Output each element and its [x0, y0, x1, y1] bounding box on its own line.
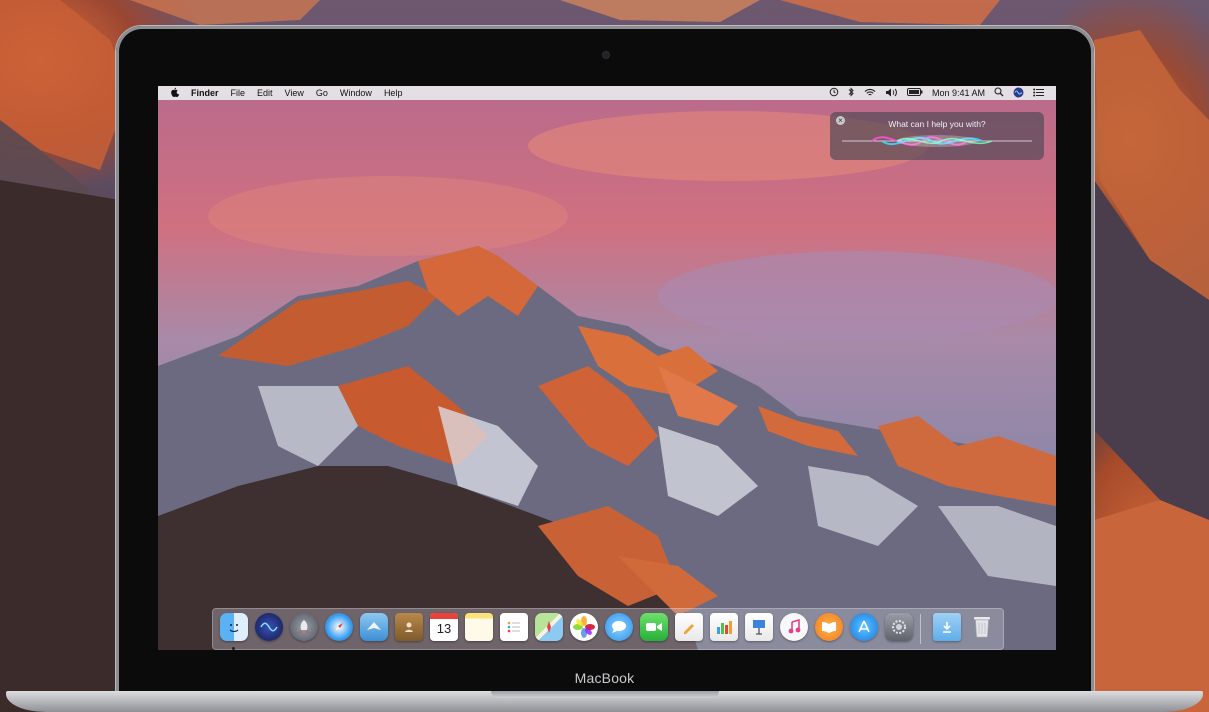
menu-view[interactable]: View	[285, 88, 304, 98]
desktop-screen: Finder File Edit View Go Window Help Mon…	[158, 86, 1056, 650]
menu-go[interactable]: Go	[316, 88, 328, 98]
calendar-icon: 13	[430, 613, 458, 641]
menu-bar: Finder File Edit View Go Window Help Mon…	[158, 86, 1056, 100]
menu-file[interactable]: File	[231, 88, 246, 98]
menu-window[interactable]: Window	[340, 88, 372, 98]
dock-item-trash[interactable]	[967, 612, 997, 642]
siri-menu-icon[interactable]	[1013, 87, 1024, 100]
calendar-day: 13	[436, 621, 452, 636]
dock-item-reminders[interactable]	[499, 612, 529, 642]
menu-app-name[interactable]: Finder	[191, 88, 219, 98]
siri-waveform	[842, 135, 1032, 147]
pages-icon	[675, 613, 703, 641]
maps-icon	[535, 613, 563, 641]
running-indicator	[232, 647, 235, 650]
dock-item-messages[interactable]	[604, 612, 634, 642]
mail-icon	[360, 613, 388, 641]
dock-item-finder[interactable]	[219, 612, 249, 650]
dock-item-siri[interactable]	[254, 612, 284, 642]
system-preferences-icon	[885, 613, 913, 641]
dock: 13	[212, 608, 1004, 650]
safari-icon	[325, 613, 353, 641]
dock-item-keynote[interactable]	[744, 612, 774, 642]
launchpad-icon	[290, 613, 318, 641]
menu-edit[interactable]: Edit	[257, 88, 273, 98]
dock-item-contacts[interactable]	[394, 612, 424, 642]
dock-item-photos[interactable]	[569, 612, 599, 642]
numbers-icon	[710, 613, 738, 641]
siri-panel: × What can I help you with?	[830, 112, 1044, 160]
dock-item-system-preferences[interactable]	[884, 612, 914, 642]
facetime-icon	[640, 613, 668, 641]
dock-item-safari[interactable]	[324, 612, 354, 642]
siri-prompt: What can I help you with?	[888, 119, 986, 129]
desktop-wallpaper	[158, 86, 1056, 650]
dock-item-ibooks[interactable]	[814, 612, 844, 642]
dock-item-itunes[interactable]	[779, 612, 809, 642]
dock-item-maps[interactable]	[534, 612, 564, 642]
downloads-folder-icon	[933, 613, 961, 641]
reminders-icon	[500, 613, 528, 641]
keynote-icon	[745, 613, 773, 641]
siri-icon	[255, 613, 283, 641]
dock-item-numbers[interactable]	[709, 612, 739, 642]
dock-divider	[920, 614, 921, 644]
trash-icon	[968, 613, 996, 641]
menu-help[interactable]: Help	[384, 88, 403, 98]
dock-item-pages[interactable]	[674, 612, 704, 642]
dock-item-mail[interactable]	[359, 612, 389, 642]
photos-icon	[570, 613, 598, 641]
bluetooth-icon[interactable]	[848, 87, 855, 99]
contacts-icon	[395, 613, 423, 641]
spotlight-icon[interactable]	[994, 87, 1004, 99]
laptop-notch	[491, 691, 719, 698]
camera	[603, 52, 609, 58]
app-store-icon	[850, 613, 878, 641]
messages-icon	[605, 613, 633, 641]
finder-icon	[220, 613, 248, 641]
device-label: MacBook	[574, 670, 635, 686]
battery-icon[interactable]	[906, 88, 923, 98]
ibooks-icon	[815, 613, 843, 641]
apple-menu-icon[interactable]	[170, 87, 179, 99]
wifi-icon[interactable]	[864, 88, 876, 99]
notes-icon	[465, 613, 493, 641]
menu-clock[interactable]: Mon 9:41 AM	[932, 88, 985, 98]
dock-item-launchpad[interactable]	[289, 612, 319, 642]
dock-item-calendar[interactable]: 13	[429, 612, 459, 642]
itunes-icon	[780, 613, 808, 641]
notification-center-icon[interactable]	[1033, 88, 1044, 99]
dock-item-facetime[interactable]	[639, 612, 669, 642]
time-machine-icon[interactable]	[829, 87, 839, 99]
dock-item-downloads[interactable]	[932, 612, 962, 642]
dock-item-notes[interactable]	[464, 612, 494, 642]
dock-item-app-store[interactable]	[849, 612, 879, 642]
volume-icon[interactable]	[885, 88, 898, 99]
